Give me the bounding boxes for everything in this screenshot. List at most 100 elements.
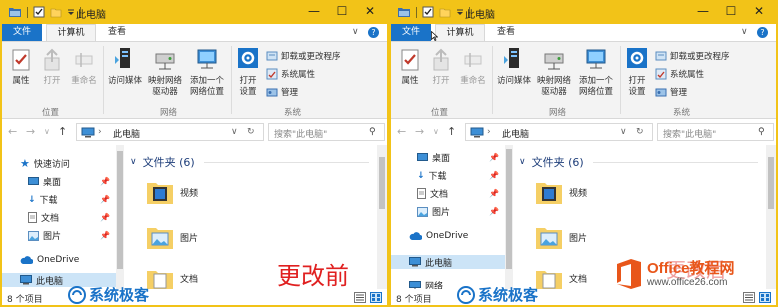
- folders-group-header[interactable]: ∨ 文件夹 (6): [519, 154, 584, 170]
- maximize-button[interactable]: ☐: [328, 0, 356, 24]
- content-scrollbar[interactable]: [377, 145, 387, 289]
- pin-icon[interactable]: 📌: [489, 189, 499, 198]
- properties-button[interactable]: 属性: [6, 48, 36, 87]
- details-view-icon[interactable]: [354, 292, 366, 303]
- nav-item-documents[interactable]: 文档: [417, 187, 448, 200]
- nav-item-desktop[interactable]: 桌面: [417, 151, 450, 164]
- folder-icon[interactable]: [8, 6, 22, 18]
- properties-check-icon[interactable]: [33, 6, 45, 18]
- access-media-button[interactable]: 访问媒体: [106, 46, 144, 87]
- properties-button[interactable]: 属性: [395, 48, 425, 87]
- help-icon[interactable]: ?: [757, 27, 768, 38]
- add-network-location-button[interactable]: 添加一个 网络位置: [575, 46, 617, 98]
- pin-icon[interactable]: 📌: [489, 207, 499, 216]
- folder-tile-videos[interactable]: 视频: [535, 179, 587, 205]
- address-path[interactable]: 此电脑: [113, 127, 140, 140]
- address-box[interactable]: › 此电脑 ∨ ↻: [76, 123, 264, 141]
- map-network-drive-button[interactable]: 映射网络 驱动器: [145, 46, 185, 98]
- tab-computer[interactable]: 计算机: [435, 24, 485, 41]
- address-path[interactable]: 此电脑: [502, 127, 529, 140]
- minimize-button[interactable]: —: [300, 0, 328, 24]
- nav-scrollbar-thumb[interactable]: [506, 149, 512, 269]
- pin-icon[interactable]: 📌: [100, 177, 110, 186]
- uninstall-program-button[interactable]: 卸载或更改程序: [655, 50, 730, 62]
- customize-dropdown-icon[interactable]: [456, 6, 464, 18]
- forward-arrow-icon[interactable]: →: [26, 125, 35, 138]
- add-network-location-button[interactable]: 添加一个 网络位置: [186, 46, 228, 98]
- address-chevron-icon[interactable]: ›: [487, 127, 491, 137]
- new-folder-icon[interactable]: [439, 6, 451, 18]
- large-icons-view-icon[interactable]: [759, 292, 771, 303]
- collapse-ribbon-icon[interactable]: ∨: [741, 27, 748, 37]
- tab-view[interactable]: 查看: [100, 24, 134, 41]
- pin-icon[interactable]: 📌: [489, 153, 499, 162]
- large-icons-view-icon[interactable]: [370, 292, 382, 303]
- search-input[interactable]: 搜索"此电脑": [274, 127, 327, 140]
- rename-button[interactable]: 重命名: [457, 48, 489, 87]
- details-view-icon[interactable]: [743, 292, 755, 303]
- back-arrow-icon[interactable]: ←: [397, 125, 406, 138]
- map-network-drive-button[interactable]: 映射网络 驱动器: [534, 46, 574, 98]
- tab-file[interactable]: 文件: [2, 24, 42, 41]
- folder-tile-pictures[interactable]: 图片: [146, 224, 198, 250]
- close-button[interactable]: ✕: [356, 0, 384, 24]
- close-button[interactable]: ✕: [745, 0, 773, 24]
- nav-item-downloads[interactable]: ↓ 下载: [28, 193, 58, 207]
- pin-icon[interactable]: 📌: [100, 195, 110, 204]
- pin-icon[interactable]: 📌: [100, 231, 110, 240]
- recent-dropdown-icon[interactable]: ∨: [433, 127, 439, 136]
- open-button[interactable]: 打开: [427, 48, 455, 87]
- refresh-icon[interactable]: ↻: [247, 127, 255, 137]
- tab-file[interactable]: 文件: [391, 24, 431, 41]
- content-scrollbar-thumb[interactable]: [768, 157, 774, 209]
- content-scrollbar-thumb[interactable]: [379, 157, 385, 209]
- system-properties-button[interactable]: 系统属性: [266, 68, 315, 80]
- nav-item-onedrive[interactable]: OneDrive: [409, 231, 468, 241]
- nav-scrollbar-thumb[interactable]: [117, 151, 123, 269]
- tab-computer[interactable]: 计算机: [46, 24, 96, 41]
- open-button[interactable]: 打开: [38, 48, 66, 87]
- nav-item-desktop[interactable]: 桌面: [28, 175, 61, 188]
- nav-scrollbar[interactable]: [116, 145, 124, 289]
- search-input[interactable]: 搜索"此电脑": [663, 127, 716, 140]
- folder-tile-documents[interactable]: 文档: [146, 267, 198, 289]
- folder-icon[interactable]: [397, 6, 411, 18]
- up-arrow-icon[interactable]: ↑: [58, 125, 67, 138]
- content-scrollbar[interactable]: [766, 145, 776, 289]
- open-settings-button[interactable]: 打开 设置: [234, 46, 262, 98]
- uninstall-program-button[interactable]: 卸载或更改程序: [266, 50, 341, 62]
- recent-dropdown-icon[interactable]: ∨: [44, 127, 50, 136]
- collapse-ribbon-icon[interactable]: ∨: [352, 27, 359, 37]
- manage-button[interactable]: 管理: [266, 86, 298, 98]
- system-properties-button[interactable]: 系统属性: [655, 68, 704, 80]
- folder-tile-videos[interactable]: 视频: [146, 179, 198, 205]
- folder-tile-documents[interactable]: 文档: [535, 267, 587, 289]
- search-box[interactable]: 搜索"此电脑" ⚲: [268, 123, 385, 141]
- nav-item-downloads[interactable]: ↓ 下载: [417, 169, 447, 183]
- help-icon[interactable]: ?: [368, 27, 379, 38]
- properties-check-icon[interactable]: [422, 6, 434, 18]
- nav-item-pictures[interactable]: 图片: [28, 229, 61, 242]
- address-dropdown-icon[interactable]: ∨: [231, 127, 238, 137]
- forward-arrow-icon[interactable]: →: [415, 125, 424, 138]
- address-chevron-icon[interactable]: ›: [98, 127, 102, 137]
- nav-item-documents[interactable]: 文档: [28, 211, 59, 224]
- nav-item-quick-access[interactable]: ★ 快速访问: [20, 157, 70, 170]
- refresh-icon[interactable]: ↻: [636, 127, 644, 137]
- minimize-button[interactable]: —: [689, 0, 717, 24]
- nav-item-onedrive[interactable]: OneDrive: [20, 255, 79, 265]
- address-box[interactable]: › 此电脑 ∨ ↻: [465, 123, 653, 141]
- nav-scrollbar[interactable]: [505, 145, 513, 289]
- customize-dropdown-icon[interactable]: [67, 6, 75, 18]
- folders-group-header[interactable]: ∨ 文件夹 (6): [130, 154, 195, 170]
- rename-button[interactable]: 重命名: [68, 48, 100, 87]
- nav-item-this-pc[interactable]: 此电脑: [391, 255, 509, 269]
- tab-view[interactable]: 查看: [489, 24, 523, 41]
- pin-icon[interactable]: 📌: [489, 171, 499, 180]
- folder-tile-pictures[interactable]: 图片: [535, 224, 587, 250]
- new-folder-icon[interactable]: [50, 6, 62, 18]
- pin-icon[interactable]: 📌: [100, 213, 110, 222]
- open-settings-button[interactable]: 打开 设置: [623, 46, 651, 98]
- maximize-button[interactable]: ☐: [717, 0, 745, 24]
- access-media-button[interactable]: 访问媒体: [495, 46, 533, 87]
